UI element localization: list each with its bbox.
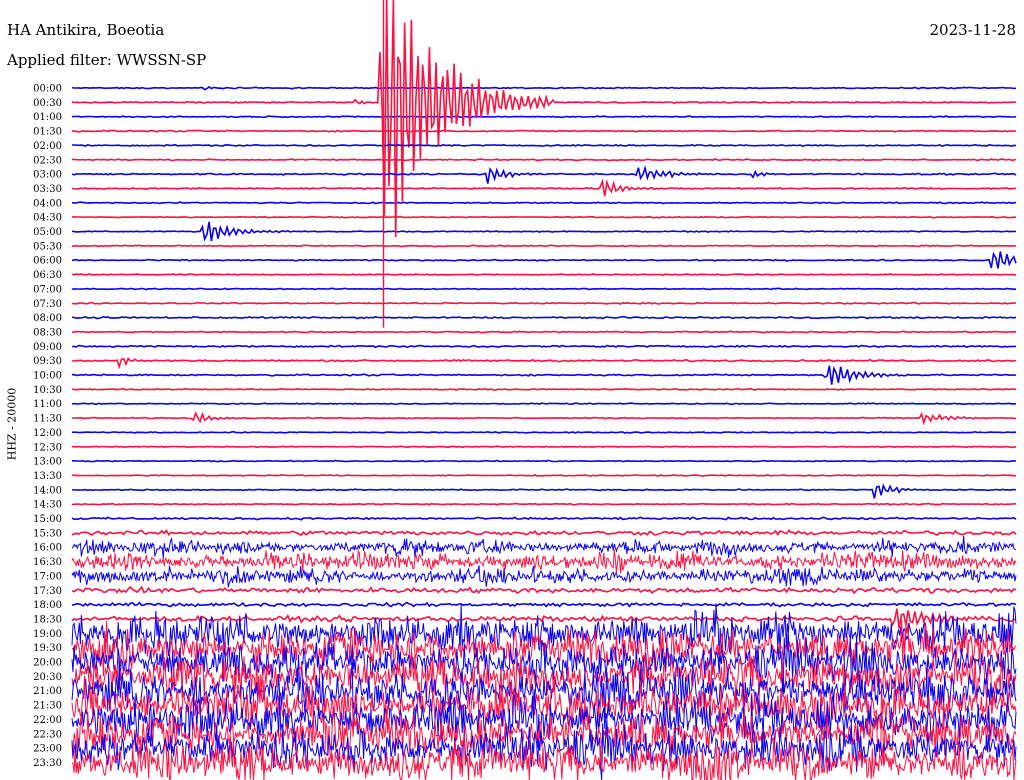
trace-row-0900: [71, 344, 1016, 349]
time-tick-label: 22:30: [33, 729, 62, 740]
time-tick-label: 17:30: [33, 586, 62, 597]
trace-row-0430: [71, 215, 1017, 219]
trace-row-0230: [71, 158, 1017, 162]
trace-row-0930: [71, 357, 1016, 370]
time-tick-label: 14:00: [33, 485, 62, 496]
time-tick-label: 02:00: [33, 141, 62, 152]
time-tick-label: 10:30: [33, 385, 62, 396]
time-tick-label: 08:30: [33, 327, 62, 338]
time-tick-label: 20:00: [33, 658, 62, 669]
trace-row-0100: [71, 115, 1017, 119]
trace-row-1500: [71, 516, 1017, 521]
trace-row-1300: [71, 459, 1017, 463]
trace-row-0330: [71, 178, 1017, 197]
trace-row-1100: [71, 402, 1017, 406]
time-tick-label: 20:30: [33, 672, 62, 683]
helicorder-page: HA Antikira, Boeotia 2023-11-28 Applied …: [0, 0, 1024, 780]
time-tick-label: 17:00: [33, 571, 62, 582]
time-tick-label: 01:00: [33, 112, 62, 123]
trace-row-1130: [72, 410, 1016, 426]
trace-row-0130: [71, 129, 1017, 133]
time-tick-label: 04:00: [33, 198, 62, 209]
time-tick-label: 21:30: [33, 701, 62, 712]
time-tick-label: 08:00: [33, 313, 62, 324]
trace-row-0630: [71, 273, 1016, 277]
trace-row-1800: [71, 601, 1017, 608]
time-tick-label: 06:30: [33, 270, 62, 281]
trace-row-0500: [71, 221, 1016, 242]
trace-row-0400: [71, 201, 1017, 205]
trace-row-1430: [71, 502, 1017, 506]
time-tick-label: 18:30: [33, 614, 62, 625]
time-tick-label: 22:00: [33, 715, 62, 726]
time-tick-label: 19:30: [33, 643, 62, 654]
trace-row-1530: [71, 529, 1017, 537]
time-tick-label: 04:30: [33, 213, 62, 224]
trace-row-0800: [71, 315, 1017, 320]
time-tick-label: 18:00: [33, 600, 62, 611]
trace-row-1700: [71, 565, 1017, 588]
time-tick-label: 07:00: [33, 284, 62, 295]
time-tick-label: 16:30: [33, 557, 62, 568]
trace-row-1030: [71, 387, 1017, 391]
time-tick-label: 09:00: [33, 342, 62, 353]
time-tick-label: 11:00: [33, 399, 62, 410]
time-tick-label: 07:30: [33, 299, 62, 310]
time-tick-label: 11:30: [33, 414, 62, 425]
time-tick-label: 12:30: [33, 442, 62, 453]
time-tick-label: 19:00: [33, 629, 62, 640]
trace-row-0530: [71, 244, 1017, 248]
time-tick-label: 23:00: [33, 744, 62, 755]
time-tick-label: 13:30: [33, 471, 62, 482]
time-tick-label: 23:30: [33, 758, 62, 769]
trace-row-0300: [71, 165, 1017, 184]
time-tick-label: 06:00: [33, 256, 62, 267]
time-tick-label: 14:30: [33, 500, 62, 511]
trace-layer: [71, 0, 1017, 780]
trace-row-1600: [71, 535, 1017, 559]
trace-row-1730: [71, 585, 1017, 595]
time-tick-label: 05:30: [33, 241, 62, 252]
helicorder-plot: 00:00 00:30 01:00 01:30 02:00 02:30 03:00 03:30…: [33, 0, 1017, 780]
trace-row-0730: [71, 301, 1017, 306]
trace-row-1330: [71, 473, 1017, 477]
trace-row-1000: [71, 365, 1017, 385]
time-tick-label: 01:30: [33, 127, 62, 138]
time-tick-label: 10:00: [33, 371, 62, 382]
time-tick-label: 00:30: [33, 98, 62, 109]
time-tick-label: 13:00: [33, 457, 62, 468]
time-tick-label: 21:00: [33, 686, 62, 697]
trace-row-1200: [71, 430, 1017, 434]
time-tick-label: 12:00: [33, 428, 62, 439]
trace-row-0200: [72, 143, 1017, 148]
time-tick-label: 15:30: [33, 528, 62, 539]
trace-row-0830: [71, 330, 1017, 334]
time-tick-label: 02:30: [33, 155, 62, 166]
trace-row-0000: [71, 85, 1017, 91]
trace-row-1230: [72, 445, 1017, 449]
time-tick-label: 00:00: [33, 84, 62, 95]
time-tick-label: 09:30: [33, 356, 62, 367]
time-tick-label: 03:30: [33, 184, 62, 195]
trace-row-1400: [71, 483, 1017, 499]
trace-row-0600: [71, 251, 1017, 269]
time-tick-label: 15:00: [33, 514, 62, 525]
trace-row-0700: [71, 287, 1017, 291]
time-tick-label: 05:00: [33, 227, 62, 238]
time-tick-label: 16:00: [33, 543, 62, 554]
tick-label-layer: 00:00 00:30 01:00 01:30 02:00 02:30 03:00 03:30…: [33, 84, 62, 769]
time-tick-label: 03:00: [33, 170, 62, 181]
